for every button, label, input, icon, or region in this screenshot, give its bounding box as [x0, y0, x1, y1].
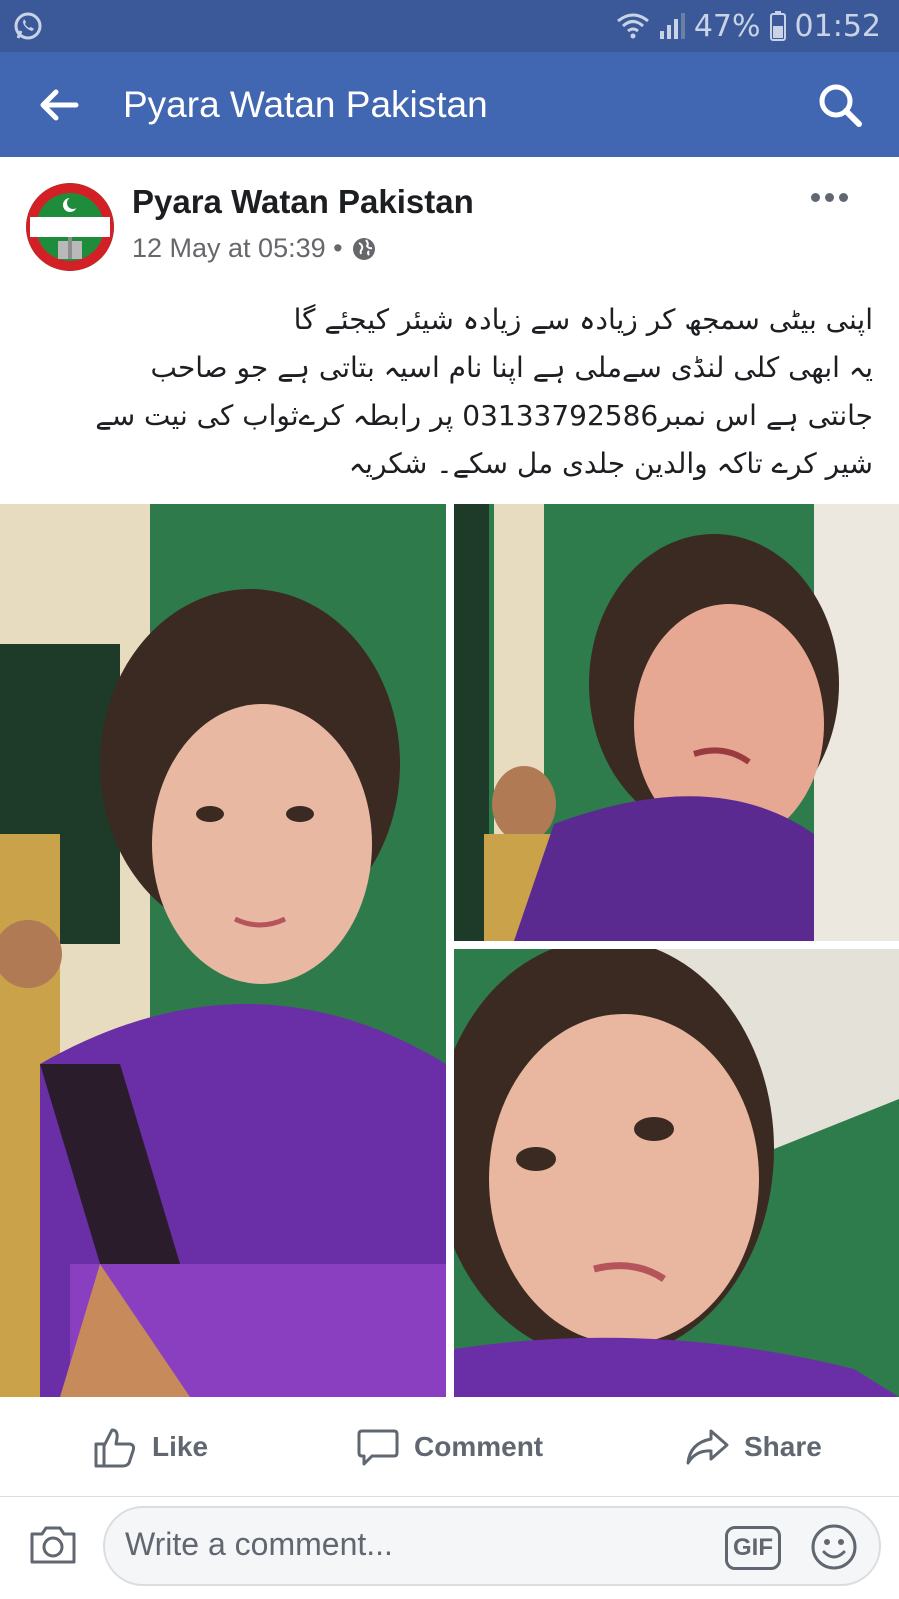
share-label: Share	[744, 1431, 822, 1462]
comment-placeholder: Write a comment...	[125, 1526, 393, 1562]
camera-icon	[30, 1526, 76, 1564]
like-label: Like	[152, 1431, 209, 1462]
thumbs-up-icon	[94, 1428, 136, 1468]
post-text: اپنی بیٹی سمجھ کر زیادہ سے زیادہ شیئر کی…	[30, 296, 873, 488]
post-meta: 12 May at 05:39 •	[132, 233, 377, 264]
more-dot-icon	[825, 192, 834, 202]
gif-button[interactable]: GIF	[725, 1526, 781, 1570]
search-button[interactable]	[815, 80, 865, 130]
post-header: Pyara Watan Pakistan 12 May at 05:39 •	[0, 157, 899, 277]
post-timestamp[interactable]: 12 May at 05:39 •	[132, 233, 343, 264]
comment-label: Comment	[414, 1431, 544, 1462]
app-bar: Pyara Watan Pakistan	[0, 52, 899, 157]
more-dot-icon	[839, 192, 848, 202]
clock: 01:52	[794, 8, 881, 44]
child-photo-image	[454, 504, 899, 941]
page-avatar[interactable]	[26, 183, 114, 271]
comment-bar: Write a comment... GIF	[0, 1498, 899, 1599]
page-title: Pyara Watan Pakistan	[123, 84, 488, 125]
like-button[interactable]: Like	[92, 1419, 208, 1475]
comment-icon	[357, 1429, 399, 1466]
globe-icon	[352, 237, 375, 260]
post-photo[interactable]	[454, 504, 899, 941]
more-dot-icon	[811, 192, 820, 202]
emoji-button[interactable]	[809, 1522, 859, 1572]
post-text-line: یہ ابھی کلی لنڈی سےملی ہے اپنا نام اسیہ …	[150, 351, 873, 384]
comment-button[interactable]: Comment	[356, 1419, 543, 1475]
whatsapp-icon	[12, 10, 44, 42]
search-icon	[819, 84, 862, 127]
pakistan-logo-icon	[26, 183, 114, 271]
emoji-icon	[811, 1524, 857, 1570]
battery-icon	[769, 11, 786, 41]
status-indicators: 47% 01:52	[616, 6, 881, 46]
post-photo[interactable]	[454, 949, 899, 1397]
status-bar: 47% 01:52	[0, 0, 899, 52]
post-photo[interactable]	[0, 504, 446, 1397]
battery-percentage: 47%	[693, 8, 761, 44]
camera-button[interactable]	[28, 1520, 78, 1570]
post-actions: Like Comment Share	[0, 1397, 899, 1497]
more-options-button[interactable]	[811, 187, 857, 207]
post-author[interactable]: Pyara Watan Pakistan	[132, 183, 474, 221]
child-photo-image	[0, 504, 446, 1397]
back-button[interactable]	[36, 82, 82, 128]
signal-icon	[659, 13, 685, 39]
share-button[interactable]: Share	[684, 1419, 822, 1475]
back-arrow-icon	[40, 89, 79, 121]
comment-input[interactable]: Write a comment... GIF	[103, 1506, 881, 1586]
photo-grid	[0, 504, 899, 1397]
wifi-icon	[616, 13, 649, 39]
post-text-line: شیر کرے تاکہ والدین جلدی مل سکے۔ شکریہ	[348, 447, 873, 480]
post-text-line: اپنی بیٹی سمجھ کر زیادہ سے زیادہ شیئر کی…	[293, 303, 873, 336]
share-arrow-icon	[686, 1429, 729, 1465]
child-photo-image	[454, 949, 899, 1397]
post-text-line: جانتی ہے اس نمبر03133792586 پر رابطہ کرے…	[95, 399, 873, 432]
